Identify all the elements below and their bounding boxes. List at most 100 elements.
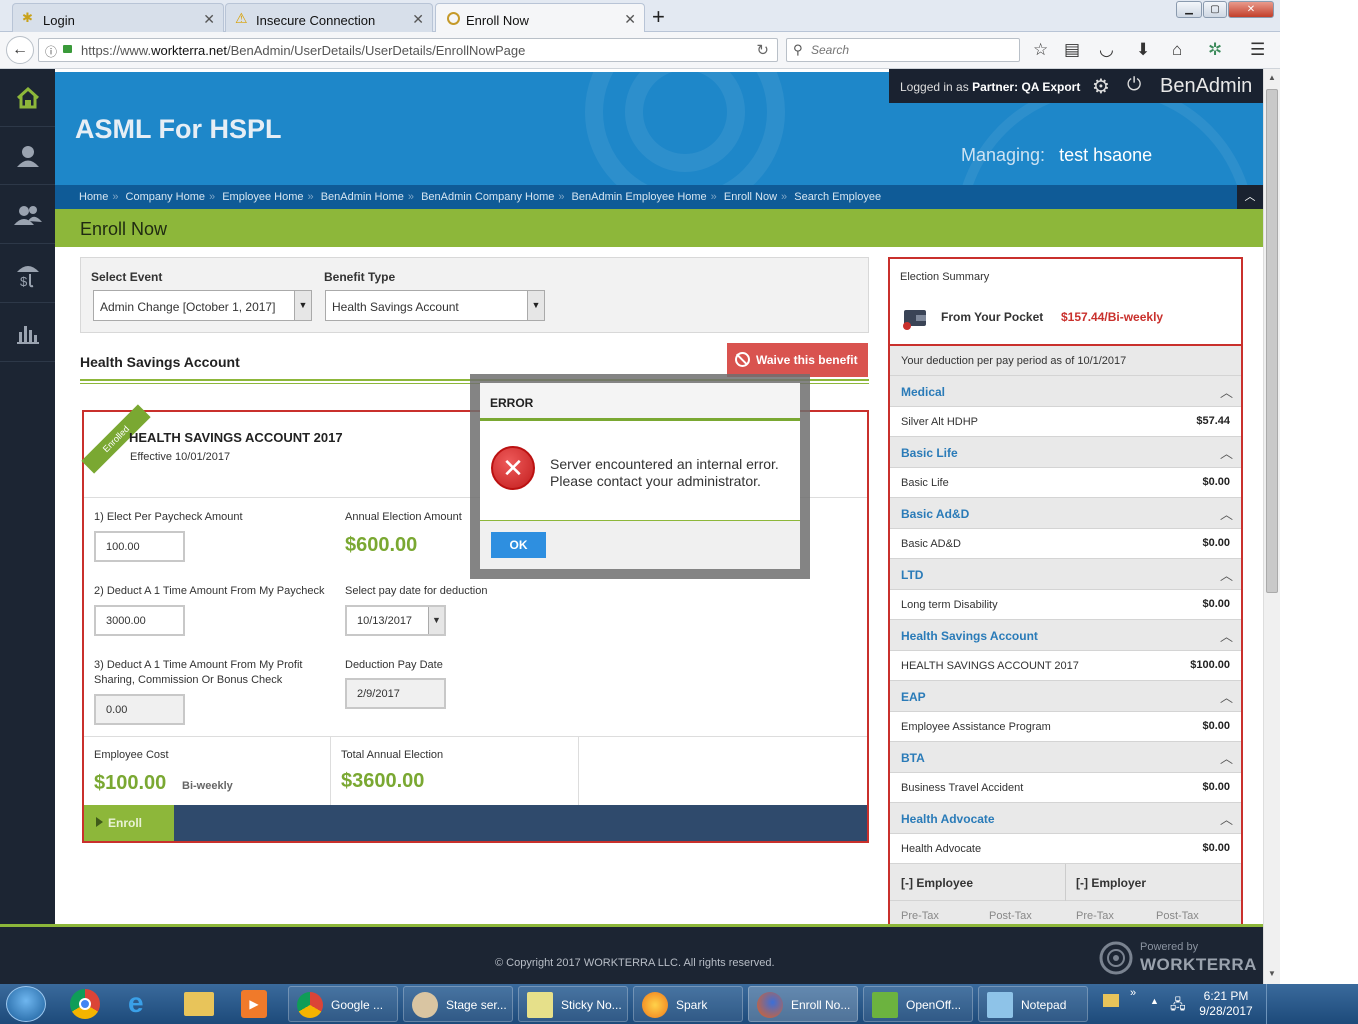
window-close-button[interactable]: ✕ [1228, 1, 1274, 18]
explorer-pinned-icon[interactable] [184, 992, 214, 1016]
search-input[interactable] [811, 43, 1011, 57]
new-tab-button[interactable]: + [652, 4, 665, 30]
ok-button[interactable]: OK [491, 532, 546, 558]
sidebar-item-benefits[interactable]: $ [0, 245, 55, 303]
scrollbar-thumb[interactable] [1266, 89, 1278, 593]
sidebar-item-reports[interactable] [0, 304, 55, 362]
close-icon[interactable]: ✕ [624, 11, 636, 28]
sidebar-item-users[interactable] [0, 186, 55, 244]
summary-item: Basic AD&D $0.00 [890, 529, 1241, 559]
pay-date-dropdown[interactable]: 10/13/2017 ▼ [345, 605, 446, 636]
deduction-as-of-row: Your deduction per pay period as of 10/1… [890, 346, 1241, 376]
breadcrumb-link[interactable]: Search Employee [794, 191, 881, 203]
close-icon[interactable]: ✕ [203, 11, 215, 28]
summary-group-eap[interactable]: EAP ︿ [890, 681, 1241, 712]
summary-group-ltd[interactable]: LTD ︿ [890, 559, 1241, 590]
tab-insecure-connection[interactable]: ⚠ Insecure Connection ✕ [225, 3, 433, 32]
summary-group-basic-add[interactable]: Basic Ad&D ︿ [890, 498, 1241, 529]
elect-per-paycheck-input[interactable]: 100.00 [94, 531, 185, 562]
profit-sharing-input[interactable]: 0.00 [94, 694, 185, 725]
breadcrumb-link[interactable]: Employee Home [222, 191, 303, 203]
summary-item-value: $100.00 [1190, 659, 1230, 671]
power-icon[interactable]: ⏻ [1127, 74, 1141, 95]
taskbar-item-spark[interactable]: Spark [633, 986, 743, 1022]
maximize-button[interactable]: ▢ [1203, 1, 1227, 18]
search-bar[interactable]: ⚲ [786, 38, 1020, 62]
tray-expand-icon[interactable]: » [1130, 987, 1136, 999]
system-clock[interactable]: 6:21 PM 9/28/2017 [1196, 989, 1256, 1019]
summary-item-name: Basic AD&D [901, 538, 961, 550]
chevron-up-icon: ︿ [1219, 629, 1233, 644]
summary-group-health-advocate[interactable]: Health Advocate ︿ [890, 803, 1241, 834]
network-icon[interactable]: 🖧 [1170, 994, 1186, 1018]
deduction-pay-date-input[interactable]: 2/9/2017 [345, 678, 446, 709]
menu-icon[interactable]: ☰ [1250, 40, 1265, 60]
scroll-down-icon[interactable]: ▼ [1268, 969, 1276, 978]
tray-arrow-icon[interactable]: ▲ [1150, 996, 1159, 1006]
breadcrumb-link[interactable]: BenAdmin Home [321, 191, 404, 203]
taskbar-item-sticky-notes[interactable]: Sticky No... [518, 986, 628, 1022]
breadcrumb-link[interactable]: Home [79, 191, 108, 203]
employee-column-toggle[interactable]: [-] Employee [890, 864, 1066, 901]
close-icon[interactable]: ✕ [412, 11, 424, 28]
bookmark-star-icon[interactable]: ☆ [1033, 40, 1048, 60]
error-dialog: ERROR ✕ Server encountered an internal e… [480, 383, 800, 569]
collapse-header-button[interactable]: ︿ [1237, 185, 1263, 209]
sidebar-item-employee[interactable] [0, 127, 55, 185]
taskbar-item-firefox[interactable]: Enroll No... [748, 986, 858, 1022]
minimize-button[interactable]: ▁ [1176, 1, 1202, 18]
breadcrumb-link[interactable]: Enroll Now [724, 191, 777, 203]
reload-icon[interactable]: ↻ [756, 41, 769, 59]
play-icon [96, 817, 103, 827]
tab-enroll-now[interactable]: Enroll Now ✕ [435, 3, 645, 33]
error-icon: ✕ [491, 446, 535, 490]
home-icon[interactable]: ⌂ [1172, 40, 1182, 60]
summary-group-label: Health Savings Account [901, 629, 1038, 643]
taskbar-item-notepad[interactable]: Notepad [978, 986, 1088, 1022]
waive-benefit-button[interactable]: Waive this benefit [727, 343, 868, 377]
search-icon: ⚲ [793, 42, 803, 57]
taskbar-item-paint[interactable]: Stage ser... [403, 986, 513, 1022]
info-icon[interactable]: ⓘ [45, 43, 57, 60]
extension-icon[interactable]: ✲ [1208, 40, 1222, 60]
taskbar-item-chrome[interactable]: Google ... [288, 986, 398, 1022]
deduction-as-of-text: Your deduction per pay period as of 10/1… [901, 355, 1127, 367]
show-desktop-button[interactable] [1266, 984, 1280, 1024]
summary-group-basic-life[interactable]: Basic Life ︿ [890, 437, 1241, 468]
election-summary-panel: Election Summary From Your Pocket $157.4… [888, 257, 1243, 924]
breadcrumb-link[interactable]: BenAdmin Company Home [421, 191, 554, 203]
gear-icon[interactable]: ⚙ [1092, 74, 1110, 99]
back-button[interactable]: ← [6, 36, 34, 64]
benefit-type-dropdown[interactable]: Health Savings Account ▼ [325, 290, 545, 321]
user-icon [16, 145, 39, 167]
summary-group-bta[interactable]: BTA ︿ [890, 742, 1241, 773]
media-pinned-icon[interactable]: ▶ [241, 990, 267, 1018]
scroll-up-icon[interactable]: ▲ [1268, 73, 1276, 82]
breadcrumb-link[interactable]: BenAdmin Employee Home [572, 191, 707, 203]
deduct-one-time-input[interactable]: 3000.00 [94, 605, 185, 636]
ban-icon [735, 352, 750, 367]
sidebar-item-home[interactable] [0, 69, 55, 127]
enroll-button[interactable]: Enroll [84, 805, 174, 841]
selection-panel: Select Event Admin Change [October 1, 20… [80, 257, 869, 333]
employer-column-toggle[interactable]: [-] Employer [1066, 864, 1241, 901]
taskbar-item-openoffice[interactable]: OpenOff... [863, 986, 973, 1022]
summary-group-hsa[interactable]: Health Savings Account ︿ [890, 620, 1241, 651]
employee-pretax-label: Pre-Tax [901, 910, 939, 922]
tray-folder-icon[interactable] [1103, 994, 1119, 1007]
chevron-up-icon: ︿ [1219, 507, 1233, 522]
breadcrumb-link[interactable]: Company Home [126, 191, 205, 203]
ie-pinned-icon[interactable]: e [128, 987, 144, 1019]
select-event-dropdown[interactable]: Admin Change [October 1, 2017] ▼ [93, 290, 312, 321]
page-scrollbar[interactable]: ▲ ▼ [1263, 69, 1280, 984]
tab-login[interactable]: ✱ Login ✕ [12, 3, 224, 32]
url-bar[interactable]: ⓘ https://www.workterra.net/BenAdmin/Use… [38, 38, 778, 62]
error-dialog-footer: OK [480, 520, 800, 569]
total-annual-cell: Total Annual Election $3600.00 [331, 737, 579, 806]
start-button[interactable] [6, 986, 46, 1022]
summary-group-medical[interactable]: Medical ︿ [890, 376, 1241, 407]
pocket-icon[interactable]: ◡ [1099, 40, 1114, 60]
chrome-pinned-icon[interactable] [70, 989, 100, 1019]
reading-list-icon[interactable]: ▤ [1064, 40, 1080, 60]
download-icon[interactable]: ⬇ [1136, 40, 1150, 60]
